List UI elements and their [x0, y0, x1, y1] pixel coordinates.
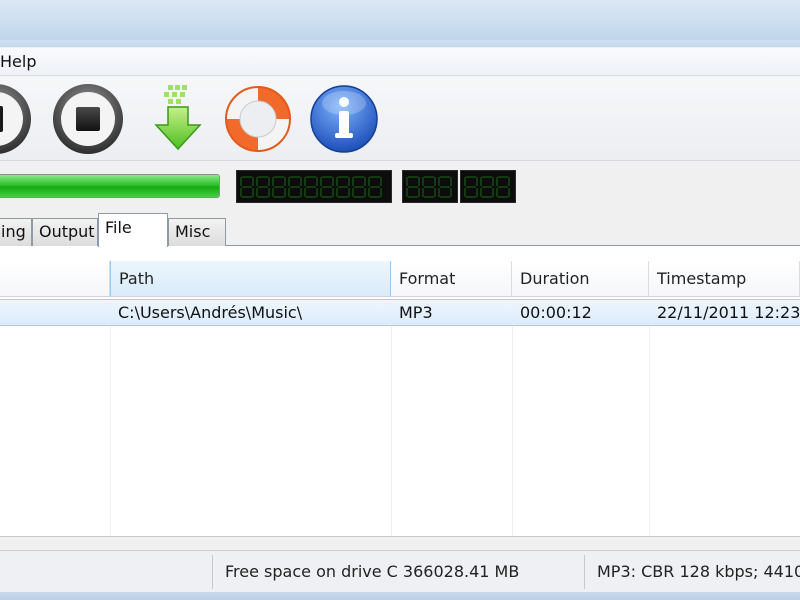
led-digit: [464, 174, 478, 199]
tab-misc[interactable]: Misc: [168, 218, 226, 246]
column-header-timestamp[interactable]: Timestamp: [649, 261, 800, 297]
tab-label: Output: [39, 222, 95, 241]
download-button[interactable]: [140, 81, 216, 157]
led-display-a: [402, 170, 458, 203]
column-header-duration[interactable]: Duration: [512, 261, 649, 297]
cell-path: C:\Users\Andrés\Music\: [118, 303, 303, 322]
status-format-info: MP3: CBR 128 kbps; 4410: [584, 555, 800, 589]
led-digit: [256, 174, 270, 199]
table-row[interactable]: C:\Users\Andrés\Music\ MP3 00:00:12 22/1…: [0, 299, 800, 326]
grid-line: [391, 326, 392, 536]
tab-label: ing: [1, 222, 26, 241]
led-digit: [304, 174, 318, 199]
help-button[interactable]: [220, 81, 296, 157]
cell-timestamp: 22/11/2011 12:23:0: [657, 303, 800, 322]
led-display-b: [460, 170, 516, 203]
progress-bar: [0, 174, 220, 198]
panel-divider: [0, 536, 800, 550]
pause-button[interactable]: [0, 81, 34, 157]
lifebuoy-icon: [225, 86, 291, 152]
tab-recording[interactable]: ing: [0, 218, 32, 246]
progress-fill: [0, 175, 219, 197]
pause-icon: [0, 84, 31, 154]
tab-label: File: [105, 218, 132, 237]
stop-button[interactable]: [50, 81, 126, 157]
tab-output[interactable]: Output: [32, 218, 98, 246]
progress-strip: [0, 162, 800, 212]
toolbar: [0, 77, 800, 161]
tab-label: Misc: [175, 222, 211, 241]
led-digit: [438, 174, 452, 199]
window-title-bar: [0, 0, 800, 47]
column-header-format[interactable]: Format: [391, 261, 512, 297]
grid-line: [110, 326, 111, 536]
column-header-name[interactable]: [0, 261, 110, 297]
grid-line: [512, 326, 513, 536]
tab-strip: ing Output File Misc: [0, 212, 800, 247]
title-bar-inner: [0, 40, 800, 47]
tab-file[interactable]: File: [98, 213, 168, 247]
download-arrow-icon: [154, 85, 202, 151]
led-digit: [240, 174, 254, 199]
info-icon: [310, 85, 378, 153]
status-bar: Free space on drive C 366028.41 MB MP3: …: [0, 550, 800, 592]
cell-format: MP3: [399, 303, 433, 322]
menu-help[interactable]: Help: [0, 52, 40, 71]
led-digit: [352, 174, 366, 199]
about-button[interactable]: [306, 81, 382, 157]
led-digit: [496, 174, 510, 199]
cell-duration: 00:00:12: [520, 303, 592, 322]
led-digit: [288, 174, 302, 199]
led-digit: [406, 174, 420, 199]
menu-bar: Help: [0, 48, 800, 76]
led-digit: [422, 174, 436, 199]
status-free-space: Free space on drive C 366028.41 MB: [212, 555, 584, 589]
led-digit: [320, 174, 334, 199]
stop-icon: [53, 84, 123, 154]
status-panel-left: [0, 555, 212, 589]
led-digit: [480, 174, 494, 199]
file-table: Path Format Duration Timestamp C:\Users\…: [0, 246, 800, 536]
grid-line: [649, 326, 650, 536]
led-digit: [368, 174, 382, 199]
window-bottom-edge: [0, 592, 800, 600]
led-display-main: [236, 170, 392, 203]
column-header-path[interactable]: Path: [110, 261, 391, 297]
led-digit: [272, 174, 286, 199]
led-digit: [336, 174, 350, 199]
cell-name: [0, 300, 110, 327]
